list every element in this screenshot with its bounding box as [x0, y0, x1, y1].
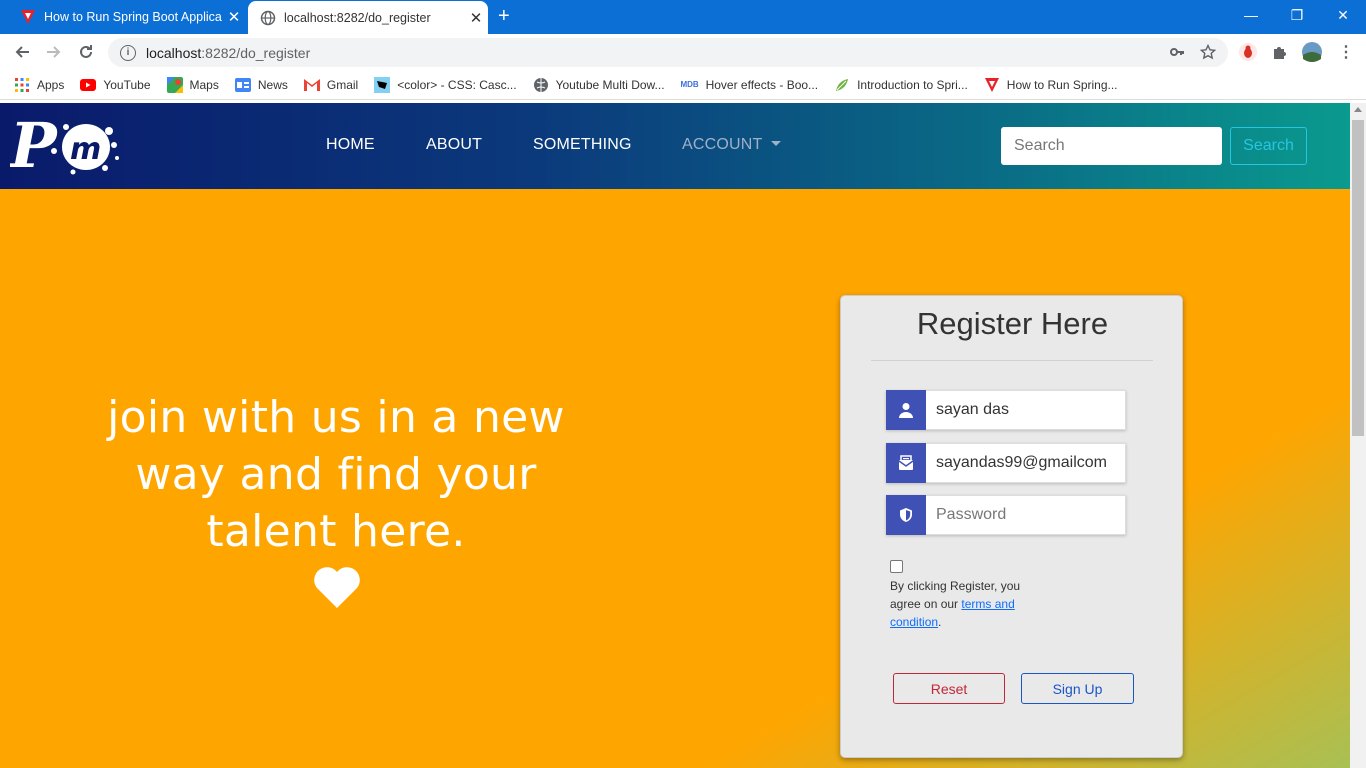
site-navbar: P m HOME ABOUT SOMETHING ACCOUNT Search [0, 103, 1350, 189]
svg-text:m: m [70, 132, 101, 167]
tab-do-register[interactable]: localhost:8282/do_register ✕ [248, 1, 488, 34]
nav-home-link[interactable]: HOME [326, 136, 375, 154]
hero-tagline: join with us in a new way and find your … [96, 389, 576, 560]
browser-menu-icon[interactable]: ⋮ [1335, 41, 1357, 63]
extension-bug-icon[interactable] [1237, 41, 1259, 63]
browser-toolbar: i localhost:8282/do_register ⋮ [0, 34, 1366, 70]
terms-checkbox[interactable] [890, 560, 903, 573]
password-field: Password [886, 495, 1126, 535]
url-path: :8282/do_register [201, 44, 311, 61]
site-favicon-icon [20, 9, 36, 25]
brand-logo[interactable]: P m [8, 109, 120, 182]
user-icon [886, 390, 926, 430]
bookmark-label: Apps [37, 77, 65, 92]
chevron-down-icon [770, 141, 781, 146]
site-info-icon[interactable]: i [120, 44, 136, 61]
page-viewport: P m HOME ABOUT SOMETHING ACCOUNT Search … [0, 103, 1350, 768]
heart-icon [312, 564, 362, 610]
key-icon[interactable] [1166, 41, 1188, 63]
globe-icon [533, 77, 549, 93]
bookmark-star-icon[interactable] [1197, 41, 1219, 63]
mdn-icon [374, 76, 391, 93]
tab-close-icon[interactable]: ✕ [464, 9, 488, 27]
signup-button[interactable]: Sign Up [1021, 673, 1134, 704]
browser-tab-strip: How to Run Spring Boot Applicat ✕ localh… [0, 0, 1366, 34]
url-text: localhost:8282/do_register [146, 45, 310, 61]
bookmark-apps[interactable]: Apps [14, 77, 64, 93]
bookmark-gmail[interactable]: Gmail [303, 77, 359, 93]
terms-suffix: . [938, 615, 942, 629]
bookmark-how-to-run-spring[interactable]: How to Run Spring... [984, 77, 1118, 93]
bookmark-maps[interactable]: Maps [166, 76, 219, 93]
maps-icon [166, 76, 183, 93]
bookmark-news[interactable]: News [234, 77, 288, 93]
globe-icon [260, 10, 276, 26]
extensions-puzzle-icon[interactable] [1269, 41, 1291, 63]
scrollbar-thumb[interactable] [1352, 120, 1364, 436]
tagline-line: talent here. [206, 506, 466, 557]
nav-about-link[interactable]: ABOUT [426, 136, 482, 154]
url-host: localhost [146, 44, 202, 61]
new-tab-button[interactable]: + [498, 5, 510, 27]
bookmark-intro-spring[interactable]: Introduction to Spri... [834, 77, 968, 93]
nav-account-dropdown[interactable]: ACCOUNT [682, 136, 781, 154]
hero-section: join with us in a new way and find your … [0, 189, 1350, 768]
register-title: Register Here [916, 306, 1109, 341]
close-window-icon[interactable]: ✕ [1320, 0, 1366, 30]
name-input[interactable]: sayan das [926, 390, 1126, 430]
spring-icon [834, 77, 850, 93]
name-field: sayan das [886, 390, 1126, 430]
vertical-scrollbar[interactable] [1350, 103, 1366, 768]
tab-spring-boot[interactable]: How to Run Spring Boot Applicat ✕ [8, 0, 246, 34]
terms-text: By clicking Register, you agree on our t… [890, 577, 1040, 631]
search-button[interactable]: Search [1230, 127, 1307, 165]
back-arrow-icon[interactable] [11, 41, 33, 63]
tab-close-icon[interactable]: ✕ [222, 8, 246, 26]
tagline-line: way and find your [135, 449, 537, 500]
bookmark-hover-effects[interactable]: MDB Hover effects - Boo... [680, 77, 819, 93]
bookmark-label: Youtube Multi Dow... [555, 77, 665, 92]
bookmark-label: Gmail [326, 77, 359, 92]
tagline-line: join with us in a new [107, 392, 565, 443]
youtube-icon [80, 77, 97, 93]
bookmark-label: Introduction to Spri... [857, 77, 968, 92]
reset-button[interactable]: Reset [893, 673, 1005, 704]
svg-text:P: P [10, 113, 59, 179]
bookmark-label: YouTube [103, 77, 151, 92]
bookmark-label: How to Run Spring... [1006, 77, 1118, 92]
forward-arrow-icon[interactable] [43, 41, 65, 63]
bookmark-youtube-multi[interactable]: Youtube Multi Dow... [533, 77, 665, 93]
search-input[interactable] [1001, 127, 1222, 165]
bookmark-label: News [257, 77, 288, 92]
tab-title: How to Run Spring Boot Applicat [44, 10, 222, 24]
email-input[interactable]: sayandas99@gmailcom [926, 443, 1126, 483]
reload-icon[interactable] [75, 41, 97, 63]
bookmarks-bar: Apps YouTube Maps News Gmail <color> - C… [0, 70, 1366, 100]
email-field: sayandas99@gmailcom [886, 443, 1126, 483]
site-icon [984, 77, 1000, 93]
register-card: Register Here sayan das sayandas99@gmail… [840, 295, 1183, 758]
scroll-up-icon[interactable] [1354, 107, 1362, 112]
bookmark-youtube[interactable]: YouTube [80, 77, 151, 93]
bookmark-mdn-color[interactable]: <color> - CSS: Casc... [374, 76, 517, 93]
envelope-icon [886, 443, 926, 483]
nav-account-label: ACCOUNT [682, 136, 763, 153]
gmail-icon [303, 77, 320, 93]
profile-avatar[interactable] [1301, 41, 1323, 63]
tab-title: localhost:8282/do_register [284, 10, 431, 25]
address-bar[interactable]: i localhost:8282/do_register [108, 38, 1228, 67]
bookmark-label: Hover effects - Boo... [705, 77, 819, 92]
password-input[interactable]: Password [926, 495, 1126, 535]
bookmark-label: <color> - CSS: Casc... [397, 77, 517, 92]
apps-grid-icon [14, 77, 30, 93]
news-icon [234, 77, 251, 93]
shield-icon [886, 495, 926, 535]
minimize-icon[interactable]: — [1228, 0, 1274, 30]
nav-something-link[interactable]: SOMETHING [533, 136, 632, 154]
restore-icon[interactable]: ❐ [1274, 0, 1320, 30]
mdb-icon: MDB [680, 80, 699, 89]
title-divider [871, 360, 1153, 361]
bookmark-label: Maps [189, 77, 219, 92]
